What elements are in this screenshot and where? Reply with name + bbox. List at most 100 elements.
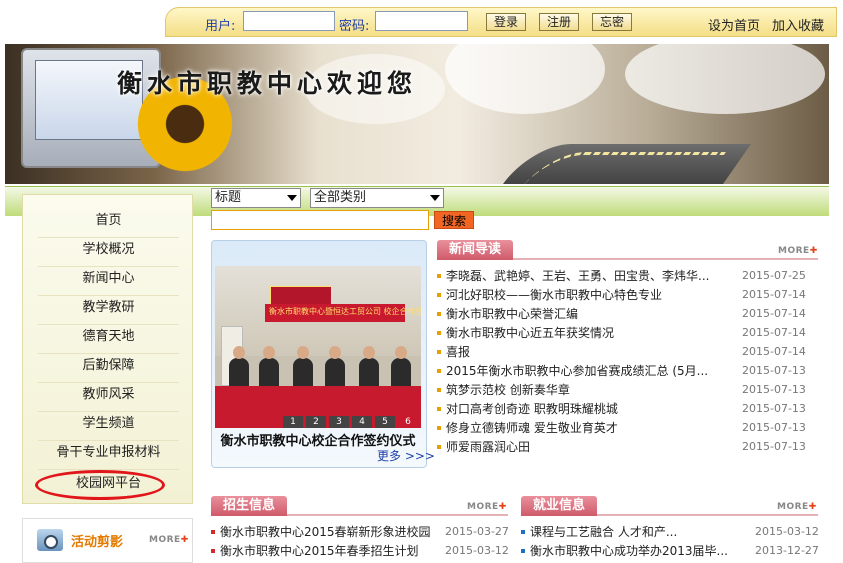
slideshow-page-4[interactable]: 4 — [352, 416, 372, 428]
password-label: 密码: — [339, 19, 370, 34]
plus-icon: ✚ — [180, 535, 189, 545]
slideshow-page-6[interactable]: 6 — [398, 416, 418, 428]
header-banner: 衡水市职教中心欢迎您 — [5, 44, 829, 184]
employment-title: 就业信息 — [521, 496, 598, 516]
nav-item-news-center[interactable]: 新闻中心 — [23, 265, 194, 294]
bullet-icon — [437, 407, 441, 411]
news-item[interactable]: 衡水市职教中心近五年获奖情况 2015-07-14 — [437, 324, 818, 342]
news-item[interactable]: 李晓磊、武艳婷、王岩、王勇、田宝贵、李炜华... 2015-07-25 — [437, 267, 818, 285]
news-item[interactable]: 衡水市职教中心荣誉汇编 2015-07-14 — [437, 305, 818, 323]
nav-item-school-overview[interactable]: 学校概况 — [23, 236, 194, 265]
slideshow-page-2[interactable]: 2 — [306, 416, 326, 428]
bullet-icon — [437, 426, 441, 430]
camera-icon — [37, 529, 63, 551]
news-item-date: 2015-07-14 — [742, 307, 806, 320]
photo-red-banner: 衡水市职教中心暨恒达工贸公司 校企合作签约仪式 — [265, 304, 421, 322]
forgot-password-button[interactable]: 忘密 — [592, 13, 632, 31]
more-label: MORE — [778, 246, 810, 256]
nav-item-teachers[interactable]: 教师风采 — [23, 381, 194, 410]
admissions-item-date: 2015-03-12 — [445, 544, 509, 557]
news-item[interactable]: 2015年衡水市职教中心参加省赛成绩汇总 (5月... 2015-07-13 — [437, 362, 818, 380]
activity-more-link[interactable]: MORE✚ — [149, 535, 189, 545]
banner-title: 衡水市职教中心欢迎您 — [117, 69, 418, 98]
add-favorite-link[interactable]: 加入收藏 — [772, 15, 824, 34]
slideshow-page-3[interactable]: 3 — [329, 416, 349, 428]
employment-item-title[interactable]: 课程与工艺融合 人才和产... — [530, 523, 677, 541]
news-item-date: 2015-07-14 — [742, 345, 806, 358]
news-item-title[interactable]: 衡水市职教中心荣誉汇编 — [446, 305, 578, 323]
search-field-select[interactable]: 标题 — [211, 188, 301, 208]
news-item[interactable]: 喜报 2015-07-14 — [437, 343, 818, 361]
bullet-icon — [437, 293, 441, 297]
username-field[interactable] — [243, 11, 335, 31]
news-item-title[interactable]: 衡水市职教中心近五年获奖情况 — [446, 324, 614, 342]
news-item-date: 2015-07-13 — [742, 421, 806, 434]
plus-icon: ✚ — [809, 246, 818, 256]
admissions-item-title[interactable]: 衡水市职教中心2015春崭新形象进校园 — [220, 523, 431, 541]
dropdown-arrow-icon — [287, 195, 297, 201]
nav-item-teaching[interactable]: 教学教研 — [23, 294, 194, 323]
set-home-link[interactable]: 设为首页 — [708, 15, 760, 34]
dropdown-arrow-icon — [430, 195, 440, 201]
more-label: MORE — [777, 502, 809, 512]
password-field[interactable] — [375, 11, 468, 31]
news-item-title[interactable]: 对口高考创奇迹 职教明珠耀桃城 — [446, 400, 618, 418]
news-item[interactable]: 对口高考创奇迹 职教明珠耀桃城 2015-07-13 — [437, 400, 818, 418]
admissions-item[interactable]: 衡水市职教中心2015年春季招生计划 2015-03-12 — [211, 542, 509, 560]
employment-item[interactable]: 衡水市职教中心成功举办2013届毕... 2013-12-27 — [521, 542, 819, 560]
search-input[interactable] — [211, 210, 429, 230]
register-button[interactable]: 注册 — [539, 13, 579, 31]
blossom-tree — [625, 44, 825, 114]
blossom-tree — [445, 44, 605, 114]
employment-item-title[interactable]: 衡水市职教中心成功举办2013届毕... — [530, 542, 728, 560]
bullet-icon — [437, 312, 441, 316]
highlight-circle — [35, 470, 165, 500]
nav-item-home[interactable]: 首页 — [23, 207, 194, 236]
news-item-title[interactable]: 修身立德铸师魂 爱生敬业育英才 — [446, 419, 618, 437]
activity-gallery-header: 活动剪影 MORE✚ — [22, 518, 193, 563]
nav-item-key-majors[interactable]: 骨干专业申报材料 — [23, 439, 194, 468]
employment-item-date: 2013-12-27 — [755, 544, 819, 557]
news-item-title[interactable]: 喜报 — [446, 343, 470, 361]
admissions-title: 招生信息 — [211, 496, 288, 516]
slideshow-photo[interactable]: 衡水市职教中心暨恒达工贸公司 校企合作签约仪式 — [215, 266, 421, 428]
news-item-date: 2015-07-13 — [742, 440, 806, 453]
left-navigation: 首页 学校概况 新闻中心 教学教研 德育天地 后勤保障 教师风采 学生频道 骨干… — [22, 194, 193, 504]
search-button[interactable]: 搜索 — [434, 211, 474, 229]
more-label: MORE — [467, 502, 499, 512]
search-field-select-value: 标题 — [215, 190, 242, 205]
slideshow-more-link[interactable]: 更多 >>> — [377, 447, 435, 464]
nav-item-moral-education[interactable]: 德育天地 — [23, 323, 194, 352]
news-item[interactable]: 河北好职校——衡水市职教中心特色专业 2015-07-14 — [437, 286, 818, 304]
plus-icon: ✚ — [498, 502, 507, 512]
news-item-title[interactable]: 2015年衡水市职教中心参加省赛成绩汇总 (5月... — [446, 362, 708, 380]
admissions-item-date: 2015-03-27 — [445, 525, 509, 538]
slideshow-page-1[interactable]: 1 — [283, 416, 303, 428]
news-item[interactable]: 筑梦示范校 创新奏华章 2015-07-13 — [437, 381, 818, 399]
login-button[interactable]: 登录 — [486, 13, 526, 31]
search-category-select[interactable]: 全部类别 — [310, 188, 444, 208]
employment-more-link[interactable]: MORE✚ — [777, 502, 817, 512]
news-title: 新闻导读 — [437, 240, 514, 260]
news-item[interactable]: 师爱雨露润心田 2015-07-13 — [437, 438, 818, 456]
admissions-header: 招生信息 MORE✚ — [211, 496, 508, 516]
slideshow-page-5[interactable]: 5 — [375, 416, 395, 428]
news-item-date: 2015-07-13 — [742, 383, 806, 396]
news-item-title[interactable]: 河北好职校——衡水市职教中心特色专业 — [446, 286, 662, 304]
user-label: 用户: — [205, 19, 236, 34]
admissions-item[interactable]: 衡水市职教中心2015春崭新形象进校园 2015-03-27 — [211, 523, 509, 541]
news-more-link[interactable]: MORE✚ — [778, 246, 818, 256]
plus-icon: ✚ — [808, 502, 817, 512]
admissions-item-title[interactable]: 衡水市职教中心2015年春季招生计划 — [220, 542, 419, 560]
admissions-more-link[interactable]: MORE✚ — [467, 502, 507, 512]
nav-item-students[interactable]: 学生频道 — [23, 410, 194, 439]
bullet-icon — [437, 388, 441, 392]
news-item[interactable]: 修身立德铸师魂 爱生敬业育英才 2015-07-13 — [437, 419, 818, 437]
news-item-title[interactable]: 筑梦示范校 创新奏华章 — [446, 381, 570, 399]
employment-item[interactable]: 课程与工艺融合 人才和产... 2015-03-12 — [521, 523, 819, 541]
news-header: 新闻导读 MORE✚ — [437, 240, 818, 260]
news-item-title[interactable]: 李晓磊、武艳婷、王岩、王勇、田宝贵、李炜华... — [446, 267, 709, 285]
nav-item-logistics[interactable]: 后勤保障 — [23, 352, 194, 381]
bullet-icon — [521, 549, 525, 553]
news-item-title[interactable]: 师爱雨露润心田 — [446, 438, 530, 456]
